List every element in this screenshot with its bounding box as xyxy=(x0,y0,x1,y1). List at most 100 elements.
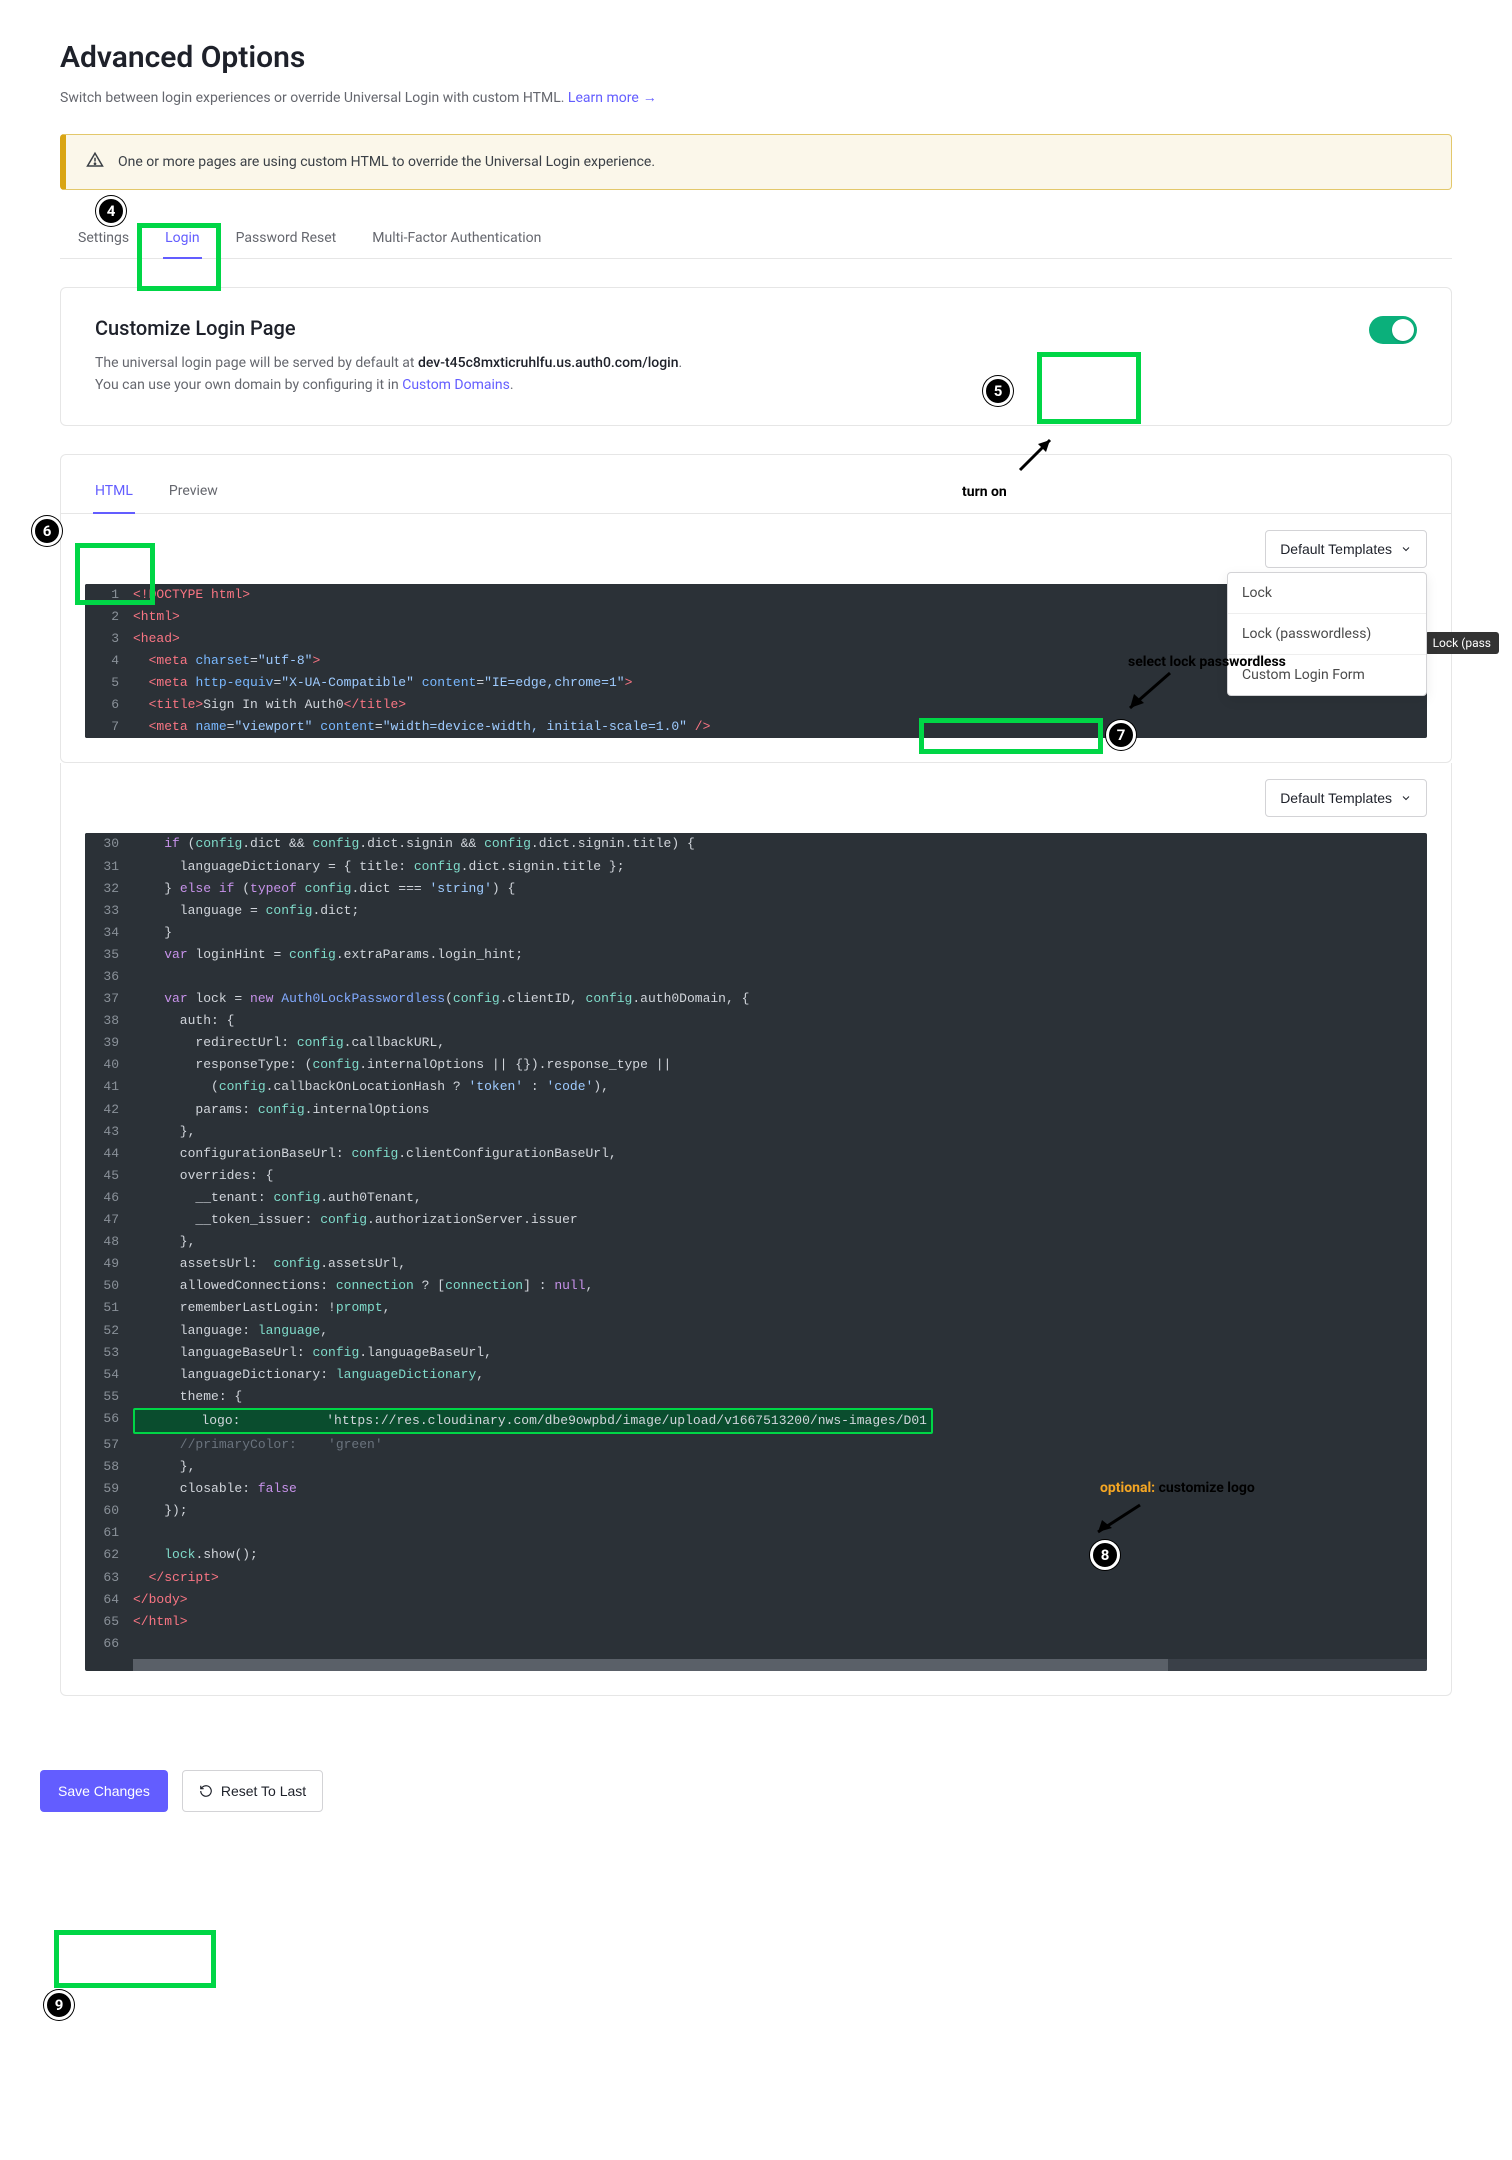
code-line[interactable]: 60 }); xyxy=(85,1500,1427,1522)
line-number: 43 xyxy=(85,1121,133,1143)
line-number: 56 xyxy=(85,1408,133,1434)
code-line[interactable]: 63 </script> xyxy=(85,1567,1427,1589)
code-line[interactable]: 36 xyxy=(85,966,1427,988)
editor-tab-html[interactable]: HTML xyxy=(77,469,151,513)
editor-card-bottom: Default Templates 30 if (config.dict && … xyxy=(60,763,1452,1695)
line-number: 46 xyxy=(85,1187,133,1209)
editor-tab-preview[interactable]: Preview xyxy=(151,469,236,513)
code-line[interactable]: 53 languageBaseUrl: config.languageBaseU… xyxy=(85,1342,1427,1364)
line-number: 40 xyxy=(85,1054,133,1076)
code-line[interactable]: 39 redirectUrl: config.callbackURL, xyxy=(85,1032,1427,1054)
line-number: 60 xyxy=(85,1500,133,1522)
line-number: 66 xyxy=(85,1633,133,1655)
templates-menu: Lock Lock (passwordless) Custom Login Fo… xyxy=(1227,572,1427,696)
line-number: 53 xyxy=(85,1342,133,1364)
line-number: 47 xyxy=(85,1209,133,1231)
code-line[interactable]: 30 if (config.dict && config.dict.signin… xyxy=(85,833,1427,855)
main-tabs: Settings Login Password Reset Multi-Fact… xyxy=(60,218,1452,259)
line-number: 58 xyxy=(85,1456,133,1478)
line-number: 41 xyxy=(85,1076,133,1098)
code-line[interactable]: 66 xyxy=(85,1633,1427,1655)
code-line[interactable]: 33 language = config.dict; xyxy=(85,900,1427,922)
page-subtitle: Switch between login experiences or over… xyxy=(60,89,1452,106)
page-content: Advanced Options Switch between login ex… xyxy=(0,0,1512,1756)
code-line[interactable]: 51 rememberLastLogin: !prompt, xyxy=(85,1297,1427,1319)
anno-text-turn-on: turn on xyxy=(962,484,1007,500)
code-line[interactable]: 1<!DOCTYPE html> xyxy=(85,584,1427,606)
line-number: 4 xyxy=(85,650,133,672)
line-number: 37 xyxy=(85,988,133,1010)
custom-domains-link[interactable]: Custom Domains xyxy=(402,377,510,393)
customize-toggle[interactable] xyxy=(1369,316,1417,344)
horizontal-scrollbar[interactable] xyxy=(133,1659,1427,1671)
arrow-right-icon: → xyxy=(643,90,657,106)
line-number: 65 xyxy=(85,1611,133,1633)
line-number: 7 xyxy=(85,716,133,738)
code-line[interactable]: 35 var loginHint = config.extraParams.lo… xyxy=(85,944,1427,966)
line-number: 35 xyxy=(85,944,133,966)
code-line[interactable]: 46 __tenant: config.auth0Tenant, xyxy=(85,1187,1427,1209)
line-number: 61 xyxy=(85,1522,133,1544)
tab-login[interactable]: Login xyxy=(147,218,218,258)
code-line[interactable]: 45 overrides: { xyxy=(85,1165,1427,1187)
code-line[interactable]: 56 logo: 'https://res.cloudinary.com/dbe… xyxy=(85,1408,1427,1434)
code-line[interactable]: 7 <meta name="viewport" content="width=d… xyxy=(85,716,1427,738)
code-line[interactable]: 6 <title>Sign In with Auth0</title> xyxy=(85,694,1427,716)
default-templates-dropdown-2[interactable]: Default Templates xyxy=(1265,779,1427,817)
code-line[interactable]: 38 auth: { xyxy=(85,1010,1427,1032)
code-line[interactable]: 50 allowedConnections: connection ? [con… xyxy=(85,1275,1427,1297)
anno-box-9 xyxy=(54,1930,216,1988)
code-line[interactable]: 44 configurationBaseUrl: config.clientCo… xyxy=(85,1143,1427,1165)
code-line[interactable]: 54 languageDictionary: languageDictionar… xyxy=(85,1364,1427,1386)
code-line[interactable]: 52 language: language, xyxy=(85,1320,1427,1342)
code-line[interactable]: 43 }, xyxy=(85,1121,1427,1143)
tab-mfa[interactable]: Multi-Factor Authentication xyxy=(354,218,559,258)
line-number: 2 xyxy=(85,606,133,628)
code-line[interactable]: 62 lock.show(); xyxy=(85,1544,1427,1566)
code-line[interactable]: 42 params: config.internalOptions xyxy=(85,1099,1427,1121)
code-line[interactable]: 40 responseType: (config.internalOptions… xyxy=(85,1054,1427,1076)
menu-item-lock[interactable]: Lock xyxy=(1228,573,1426,613)
customize-heading: Customize Login Page xyxy=(95,316,682,340)
code-line[interactable]: 49 assetsUrl: config.assetsUrl, xyxy=(85,1253,1427,1275)
code-line[interactable]: 2<html> xyxy=(85,606,1427,628)
code-line[interactable]: 32 } else if (typeof config.dict === 'st… xyxy=(85,878,1427,900)
menu-item-lock-passwordless[interactable]: Lock (passwordless) xyxy=(1228,613,1426,654)
code-line[interactable]: 31 languageDictionary = { title: config.… xyxy=(85,856,1427,878)
line-number: 57 xyxy=(85,1434,133,1456)
save-button[interactable]: Save Changes xyxy=(40,1770,168,1812)
reset-button[interactable]: Reset To Last xyxy=(182,1770,323,1812)
tooltip: Lock (pass xyxy=(1425,632,1499,654)
code-line[interactable]: 57 //primaryColor: 'green' xyxy=(85,1434,1427,1456)
line-number: 48 xyxy=(85,1231,133,1253)
chevron-down-icon xyxy=(1400,543,1412,555)
action-buttons: Save Changes Reset To Last xyxy=(0,1756,1512,1852)
page-title: Advanced Options xyxy=(60,40,1452,75)
code-line[interactable]: 34 } xyxy=(85,922,1427,944)
anno-badge-6: 6 xyxy=(32,516,62,546)
tab-password-reset[interactable]: Password Reset xyxy=(218,218,355,258)
learn-more-link[interactable]: Learn more→ xyxy=(568,90,657,106)
line-number: 3 xyxy=(85,628,133,650)
login-domain: dev-t45c8mxticruhlfu.us.auth0.com/login xyxy=(418,355,679,371)
anno-badge-5: 5 xyxy=(983,376,1013,406)
line-number: 36 xyxy=(85,966,133,988)
code-line[interactable]: 37 var lock = new Auth0LockPasswordless(… xyxy=(85,988,1427,1010)
line-number: 63 xyxy=(85,1567,133,1589)
code-line[interactable]: 61 xyxy=(85,1522,1427,1544)
code-editor-bottom[interactable]: 30 if (config.dict && config.dict.signin… xyxy=(85,833,1427,1670)
anno-text-select-lock: select lock passwordless xyxy=(1128,654,1286,670)
code-line[interactable]: 55 theme: { xyxy=(85,1386,1427,1408)
line-number: 30 xyxy=(85,833,133,855)
default-templates-dropdown[interactable]: Default Templates xyxy=(1265,530,1427,568)
code-line[interactable]: 64</body> xyxy=(85,1589,1427,1611)
code-line[interactable]: 65</html> xyxy=(85,1611,1427,1633)
code-line[interactable]: 3<head> xyxy=(85,628,1427,650)
code-line[interactable]: 41 (config.callbackOnLocationHash ? 'tok… xyxy=(85,1076,1427,1098)
code-line[interactable]: 5 <meta http-equiv="X-UA-Compatible" con… xyxy=(85,672,1427,694)
code-line[interactable]: 58 }, xyxy=(85,1456,1427,1478)
line-number: 33 xyxy=(85,900,133,922)
code-line[interactable]: 47 __token_issuer: config.authorizationS… xyxy=(85,1209,1427,1231)
code-line[interactable]: 48 }, xyxy=(85,1231,1427,1253)
editor-toolbar-2: Default Templates xyxy=(61,763,1451,833)
